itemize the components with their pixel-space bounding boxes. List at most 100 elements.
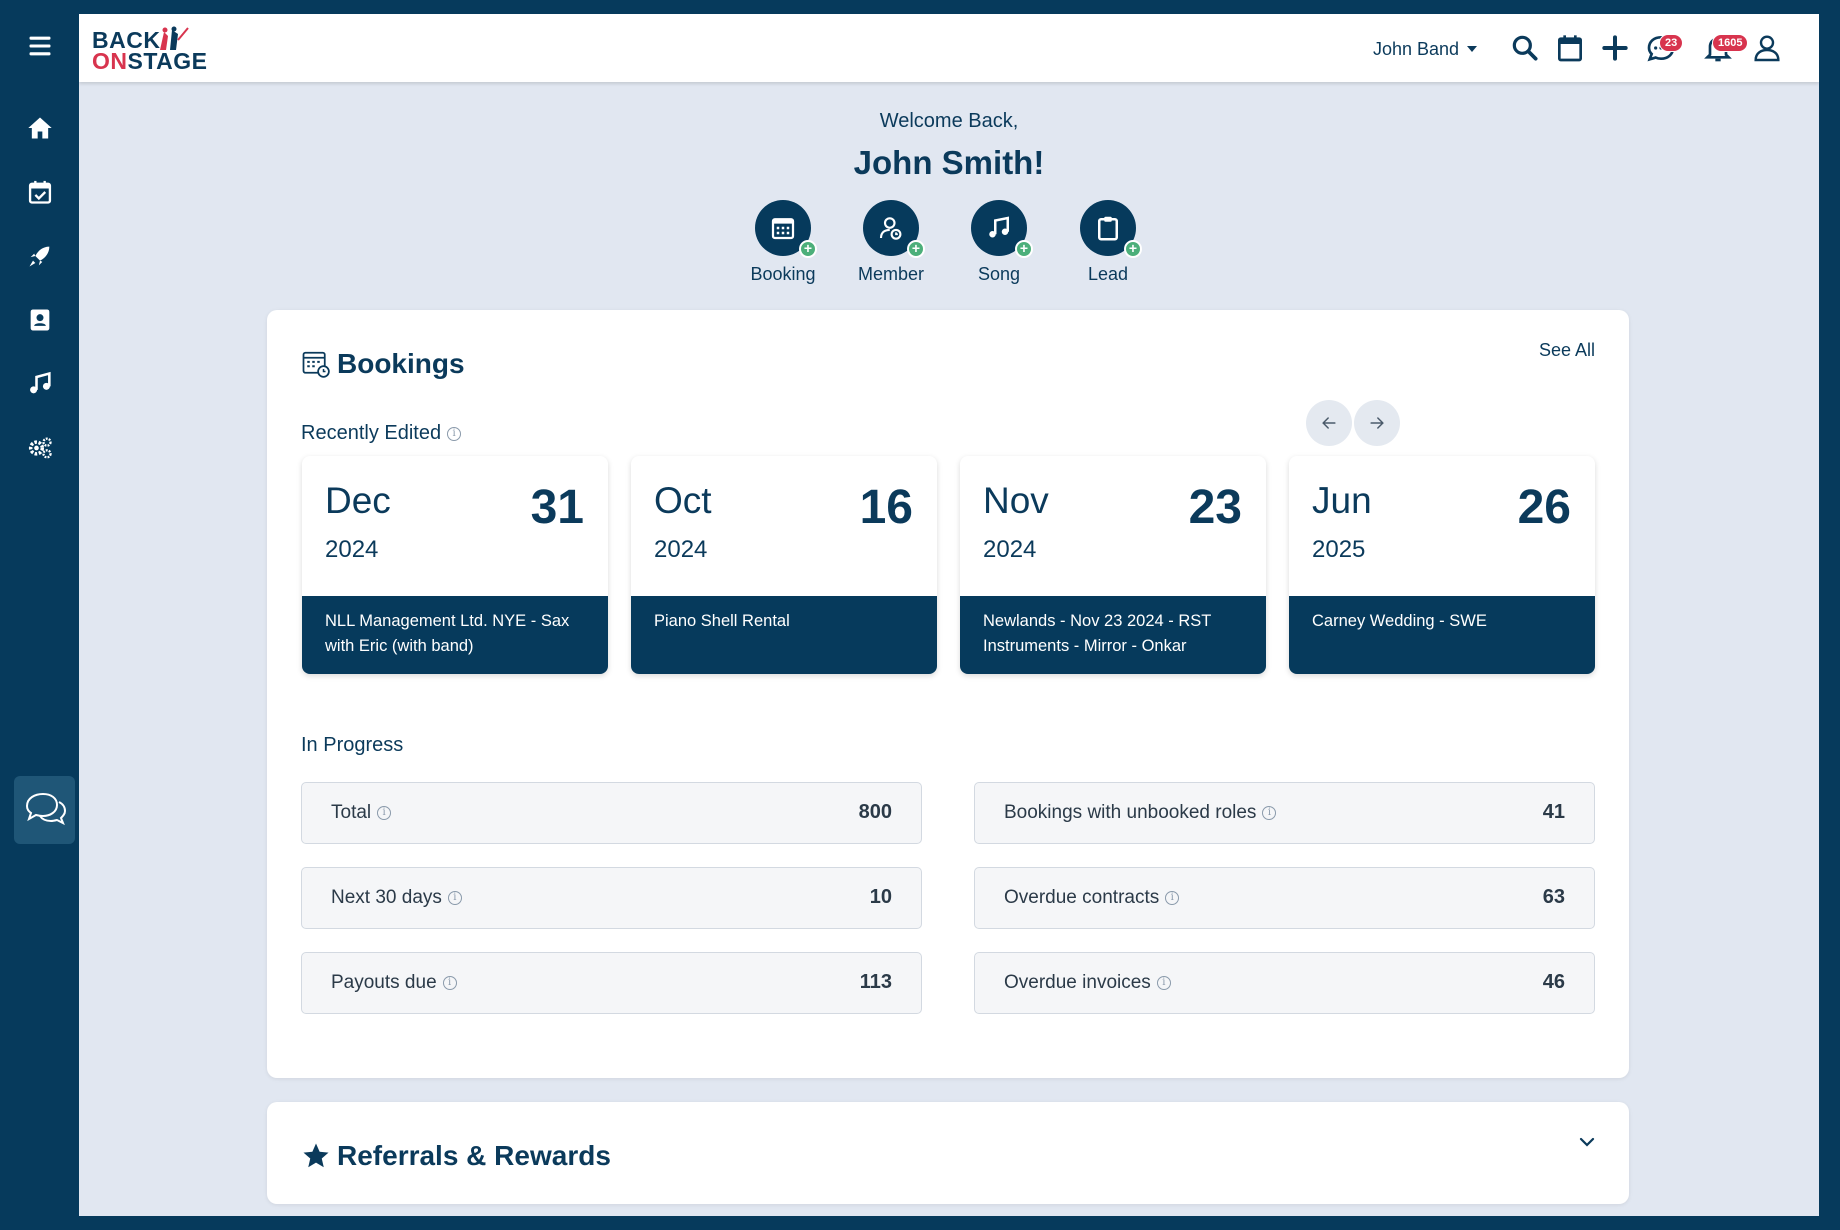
calendar-icon (1558, 35, 1582, 62)
stat-value: 113 (859, 971, 892, 993)
quick-add-booking[interactable]: + Booking (728, 200, 838, 285)
stat-value: 46 (1542, 971, 1565, 993)
stat-total[interactable]: Total i 800 (301, 782, 922, 844)
menu-toggle-button[interactable] (0, 26, 79, 66)
stat-overdue-invoices[interactable]: Overdue invoices i 46 (974, 952, 1595, 1014)
booking-title: Piano Shell Rental (631, 596, 937, 674)
booking-day: 26 (1517, 481, 1571, 534)
sidebar-item-calendar[interactable] (0, 172, 79, 212)
stat-value: 63 (1542, 886, 1565, 908)
calendar-button[interactable] (1550, 28, 1590, 68)
sidebar-item-contacts[interactable] (0, 300, 79, 340)
sidebar-item-settings[interactable] (0, 428, 79, 468)
contacts-icon (30, 309, 49, 331)
info-icon[interactable]: i (442, 976, 457, 990)
booking-day: 16 (859, 481, 913, 534)
search-icon (1512, 35, 1538, 61)
quick-add-song[interactable]: + Song (944, 200, 1054, 285)
chat-launcher-button[interactable] (14, 776, 75, 844)
plus-badge-icon: + (1124, 240, 1142, 258)
profile-button[interactable] (1747, 28, 1787, 68)
info-icon[interactable]: i (447, 891, 462, 905)
booking-month: Oct (654, 480, 712, 521)
member-icon (879, 217, 902, 240)
bookings-title: Bookings (301, 348, 465, 380)
referrals-card: Referrals & Rewards (267, 1102, 1629, 1204)
booking-title: NLL Management Ltd. NYE - Sax with Eric … (302, 596, 608, 674)
booking-year: 2024 (325, 536, 379, 563)
stat-value: 10 (869, 886, 892, 908)
settings-gears-icon (28, 437, 52, 459)
quick-add-lead[interactable]: + Lead (1053, 200, 1163, 285)
stat-value: 800 (858, 801, 892, 823)
stat-payouts-due[interactable]: Payouts due i 113 (301, 952, 922, 1014)
booking-card[interactable]: Dec 31 2024 NLL Management Ltd. NYE - Sa… (302, 456, 608, 674)
star-icon (303, 1143, 329, 1168)
chevron-down-icon[interactable] (1575, 1130, 1599, 1154)
plus-badge-icon: + (907, 240, 925, 258)
messages-badge: 23 (1659, 34, 1684, 52)
music-note-icon (989, 216, 1009, 238)
stat-unbooked-roles[interactable]: Bookings with unbooked roles i 41 (974, 782, 1595, 844)
logo-text-onstage: ONSTAGE (92, 48, 208, 74)
booking-card[interactable]: Oct 16 2024 Piano Shell Rental (631, 456, 937, 674)
arrow-right-icon (1370, 417, 1384, 429)
booking-month: Nov (983, 480, 1049, 521)
quick-action-label: Member (857, 264, 924, 284)
calendar-clock-icon (302, 351, 330, 378)
booking-month: Jun (1312, 480, 1372, 521)
referrals-title: Referrals & Rewards (301, 1140, 611, 1172)
hamburger-icon (29, 36, 50, 56)
sidebar-item-music[interactable] (0, 364, 79, 404)
plus-icon (1602, 35, 1628, 61)
booking-year: 2024 (983, 536, 1037, 563)
see-all-link[interactable]: See All (1539, 340, 1595, 361)
stat-label: Overdue invoices i (1004, 972, 1171, 994)
carousel-prev-button[interactable] (1306, 400, 1352, 446)
account-switcher[interactable]: John Band (1373, 37, 1478, 61)
info-icon[interactable]: i (1262, 806, 1277, 820)
calendar-icon (771, 218, 795, 240)
booking-day: 23 (1188, 481, 1242, 534)
stat-overdue-contracts[interactable]: Overdue contracts i 63 (974, 867, 1595, 929)
booking-card[interactable]: Jun 26 2025 Carney Wedding - SWE (1289, 456, 1595, 674)
user-icon (1754, 35, 1780, 62)
caret-down-icon (1467, 46, 1478, 52)
arrow-left-icon (1322, 417, 1336, 429)
add-button[interactable] (1595, 28, 1635, 68)
quick-add-member[interactable]: + Member (836, 200, 946, 285)
booking-month: Dec (325, 480, 391, 521)
recently-edited-label: Recently Edited i (301, 422, 462, 445)
quick-action-label: Song (977, 264, 1021, 284)
sidebar-item-home[interactable] (0, 108, 79, 148)
info-icon[interactable]: i (1165, 891, 1180, 905)
stat-next-30-days[interactable]: Next 30 days i 10 (301, 867, 922, 929)
plus-badge-icon: + (799, 240, 817, 258)
messages-button[interactable]: 23 (1641, 28, 1684, 68)
stat-label: Next 30 days i (331, 887, 462, 909)
stat-label: Overdue contracts i (1004, 887, 1180, 909)
carousel-next-button[interactable] (1354, 400, 1400, 446)
plus-badge-icon: + (1015, 240, 1033, 258)
chat-bubbles-icon (25, 792, 66, 826)
booking-title: Carney Wedding - SWE (1289, 596, 1595, 674)
clipboard-icon (1098, 216, 1118, 241)
brand-logo[interactable]: BACK ONSTAGE (92, 26, 212, 74)
calendar-check-icon (28, 180, 51, 204)
welcome-greeting: Welcome Back, (879, 110, 1019, 132)
notifications-button[interactable]: 1605 (1698, 28, 1749, 68)
stat-label: Total i (331, 802, 392, 824)
quick-action-label: Lead (1087, 264, 1129, 284)
in-progress-label: In Progress (301, 734, 404, 756)
booking-card[interactable]: Nov 23 2024 Newlands - Nov 23 2024 - RST… (960, 456, 1266, 674)
booking-year: 2024 (654, 536, 708, 563)
info-icon[interactable]: i (377, 806, 392, 820)
bookings-card: Bookings See All Recently Edited i Dec 3… (267, 310, 1629, 1078)
search-button[interactable] (1505, 28, 1545, 68)
sidebar-item-launch[interactable] (0, 236, 79, 276)
info-icon[interactable]: i (447, 426, 462, 441)
stat-label: Payouts due i (331, 972, 457, 994)
info-icon[interactable]: i (1156, 976, 1171, 990)
account-name: John Band (1373, 38, 1460, 59)
quick-action-label: Booking (750, 264, 816, 284)
